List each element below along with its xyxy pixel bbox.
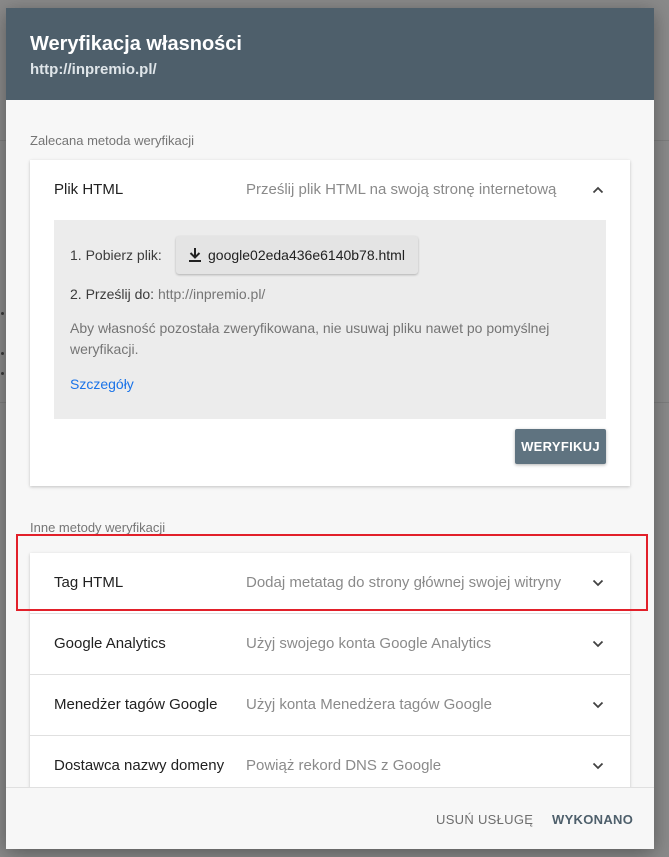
remove-property-button[interactable]: USUŃ USŁUGĘ	[436, 812, 533, 827]
method-description: Dodaj metatag do strony głównej swojej w…	[246, 574, 562, 591]
method-name: Google Analytics	[54, 635, 166, 652]
chevron-down-icon[interactable]	[592, 699, 604, 711]
method-description: Użyj konta Menedżera tagów Google	[246, 696, 492, 713]
background-bullet	[1, 312, 4, 315]
done-button[interactable]: WYKONANO	[552, 812, 633, 827]
method-row-domain-provider[interactable]: Dostawca nazwy domeny Powiąż rekord DNS …	[30, 736, 630, 787]
method-name: Plik HTML	[54, 181, 124, 198]
dialog-header: Weryfikacja własności http://inpremio.pl…	[6, 8, 654, 100]
other-methods-list: Tag HTML Dodaj metatag do strony głównej…	[30, 553, 630, 787]
chevron-down-icon[interactable]	[592, 760, 604, 772]
step1-label: 1. Pobierz plik:	[70, 247, 162, 263]
method-row-tag-manager[interactable]: Menedżer tagów Google Użyj konta Menedże…	[30, 675, 630, 736]
dialog-footer: USUŃ USŁUGĘ WYKONANO	[6, 787, 654, 849]
method-name: Menedżer tagów Google	[54, 696, 218, 713]
details-link[interactable]: Szczegóły	[70, 376, 134, 392]
dialog-title: Weryfikacja własności	[30, 33, 242, 55]
chevron-down-icon[interactable]	[592, 577, 604, 589]
download-icon	[189, 248, 201, 262]
background-bullet	[1, 352, 4, 355]
method-name: Dostawca nazwy domeny	[54, 757, 225, 774]
step2-text: 2. Prześlij do: http://inpremio.pl/	[70, 286, 265, 302]
verify-button[interactable]: WERYFIKUJ	[515, 429, 606, 464]
step2-url: http://inpremio.pl/	[157, 286, 266, 302]
dialog-body[interactable]: Zalecana metoda weryfikacji Plik HTML Pr…	[6, 100, 654, 787]
method-row-google-analytics[interactable]: Google Analytics Użyj swojego konta Goog…	[30, 614, 630, 675]
method-description: Prześlij plik HTML na swoją stronę inter…	[246, 181, 557, 198]
download-file-name: google02eda436e6140b78.html	[208, 247, 405, 263]
method-description: Powiąż rekord DNS z Google	[246, 757, 442, 774]
recommended-method-card: Plik HTML Prześlij plik HTML na swoją st…	[30, 160, 630, 486]
method-header-html-file[interactable]: Plik HTML Prześlij plik HTML na swoją st…	[30, 160, 630, 220]
background-bullet	[1, 372, 4, 375]
chevron-down-icon[interactable]	[592, 638, 604, 650]
recommended-section-label: Zalecana metoda weryfikacji	[30, 133, 195, 148]
method-instructions-panel: 1. Pobierz plik: google02eda436e6140b78.…	[54, 220, 606, 419]
other-section-label: Inne metody weryfikacji	[30, 520, 166, 535]
download-file-button[interactable]: google02eda436e6140b78.html	[176, 236, 418, 274]
method-row-html-tag[interactable]: Tag HTML Dodaj metatag do strony głównej…	[30, 553, 630, 614]
keep-file-note: Aby własność pozostała zweryfikowana, ni…	[70, 320, 550, 357]
dialog-subtitle: http://inpremio.pl/	[30, 61, 157, 78]
chevron-up-icon[interactable]	[592, 184, 604, 196]
method-description: Użyj swojego konta Google Analytics	[246, 635, 492, 652]
step2-label: 2. Prześlij do:	[70, 286, 155, 302]
method-name: Tag HTML	[54, 574, 124, 591]
ownership-verification-dialog: Weryfikacja własności http://inpremio.pl…	[6, 8, 654, 849]
